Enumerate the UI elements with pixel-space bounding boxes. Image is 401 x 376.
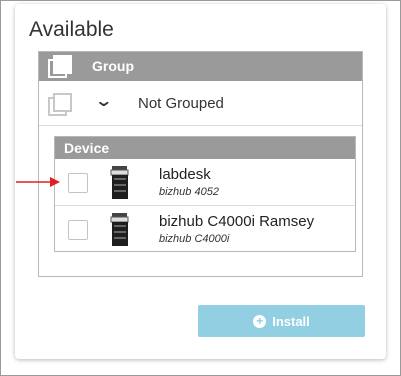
device-model: bizhub 4052 [159,186,219,198]
group-row-not-grouped[interactable]: ⌄ Not Grouped [39,81,362,126]
select-group-icon[interactable] [48,93,74,122]
device-model: bizhub C4000i [159,233,230,245]
group-table-header: Group [39,52,362,81]
device-table-header: Device [55,137,355,159]
group-row-label: Not Grouped [138,95,224,112]
group-table: Group ⌄ Not Grouped Device labdesk bizhu… [38,51,363,277]
select-all-groups-icon[interactable] [48,55,74,84]
group-header-label: Group [92,58,134,74]
printer-icon [110,213,130,252]
install-button-label: Install [272,313,310,329]
device-name: bizhub C4000i Ramsey [159,213,315,230]
device-row[interactable]: bizhub C4000i Ramsey bizhub C4000i [55,207,355,253]
panel-title: Available [29,18,114,41]
red-arrow-icon [15,175,61,194]
printer-icon [110,166,130,205]
device-checkbox[interactable] [68,173,88,193]
device-row[interactable]: labdesk bizhub 4052 [55,160,355,206]
device-table: Device labdesk bizhub 4052 bizhub C4000i… [54,136,356,252]
device-name: labdesk [159,166,211,183]
chevron-down-icon[interactable]: ⌄ [94,91,113,111]
plus-circle-icon: + [253,314,267,328]
install-button[interactable]: + Install [198,305,365,337]
device-header-label: Device [64,140,110,156]
device-checkbox[interactable] [68,220,88,240]
